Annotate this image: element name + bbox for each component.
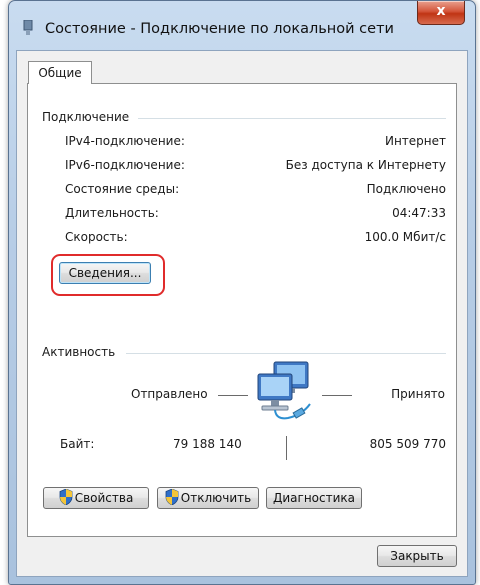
disable-button-label: Отключить: [180, 491, 252, 505]
properties-button-label: Свойства: [74, 491, 134, 505]
ipv6-value: Без доступа к Интернету: [285, 158, 446, 172]
properties-button[interactable]: Свойства: [43, 487, 149, 509]
uac-shield-icon: [59, 489, 73, 505]
sent-line: [218, 395, 248, 396]
bytes-label: Байт:: [60, 437, 95, 451]
general-tab-panel: Подключение IPv4-подключение: Интернет I…: [27, 83, 457, 537]
activity-group-divider: [126, 353, 446, 354]
bytes-sent-value: 79 188 140: [173, 437, 242, 451]
activity-group-header: Активность: [42, 345, 116, 359]
received-label: Принято: [391, 387, 445, 401]
network-computers-icon: [257, 361, 311, 420]
bytes-received-value: 805 509 770: [369, 437, 446, 451]
diagnose-button[interactable]: Диагностика: [266, 487, 362, 509]
media-state-label: Состояние среды:: [65, 182, 180, 196]
tab-general[interactable]: Общие: [28, 61, 92, 84]
details-button[interactable]: Сведения...: [59, 262, 151, 284]
speed-label: Скорость:: [65, 230, 128, 244]
duration-label: Длительность:: [65, 206, 159, 220]
ipv4-label: IPv4-подключение:: [65, 134, 185, 148]
sent-label: Отправлено: [131, 387, 208, 401]
duration-value: 04:47:33: [392, 206, 446, 220]
window-title: Состояние - Подключение по локальной сет…: [45, 21, 394, 37]
speed-value: 100.0 Мбит/с: [364, 230, 446, 244]
connection-group-divider: [138, 118, 446, 119]
dialog-client-area: Общие Подключение IPv4-подключение: Инте…: [16, 50, 468, 577]
ipv6-label: IPv6-подключение:: [65, 158, 185, 172]
uac-shield-icon: [165, 489, 179, 505]
connection-group-header: Подключение: [42, 110, 130, 124]
network-adapter-icon: [23, 20, 33, 35]
close-window-button[interactable]: x: [417, 1, 465, 25]
title-bar[interactable]: Состояние - Подключение по локальной сет…: [9, 1, 475, 47]
received-line: [322, 395, 352, 396]
disable-button[interactable]: Отключить: [157, 487, 259, 509]
bytes-divider: [286, 436, 287, 460]
ipv4-value: Интернет: [384, 134, 446, 148]
media-state-value: Подключено: [366, 182, 446, 196]
status-dialog-window: Состояние - Подключение по локальной сет…: [8, 0, 476, 585]
close-button[interactable]: Закрыть: [377, 545, 457, 567]
